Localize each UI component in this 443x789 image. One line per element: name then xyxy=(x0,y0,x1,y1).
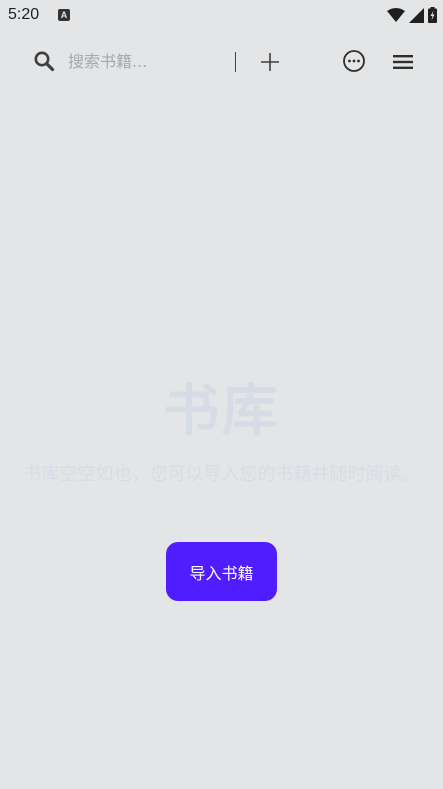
status-icons xyxy=(387,6,437,24)
notification-icon: A xyxy=(58,9,70,21)
status-time: 5:20 xyxy=(8,6,40,23)
plus-icon xyxy=(261,53,279,71)
library-screen: 5:20 A 搜索书籍... 书库 书库空空如也，您可以导入您的书籍并随时阅读。… xyxy=(0,0,443,789)
import-books-button[interactable]: 导入书籍 xyxy=(166,542,277,601)
empty-state-message: 书库空空如也，您可以导入您的书籍并随时阅读。 xyxy=(23,464,420,485)
more-button[interactable] xyxy=(342,49,366,73)
toolbar xyxy=(0,40,443,84)
search-input[interactable] xyxy=(68,48,218,74)
menu-button[interactable] xyxy=(391,50,415,74)
menu-icon xyxy=(393,55,413,69)
wifi-icon xyxy=(387,8,405,22)
more-circle-icon xyxy=(343,50,365,72)
status-bar: 5:20 A xyxy=(0,0,443,32)
search-icon[interactable] xyxy=(33,50,55,72)
toolbar-divider xyxy=(235,52,236,72)
cell-signal-icon xyxy=(409,7,424,23)
battery-icon xyxy=(428,7,437,23)
add-button[interactable] xyxy=(258,50,282,74)
empty-state-title: 书库 xyxy=(163,379,280,444)
